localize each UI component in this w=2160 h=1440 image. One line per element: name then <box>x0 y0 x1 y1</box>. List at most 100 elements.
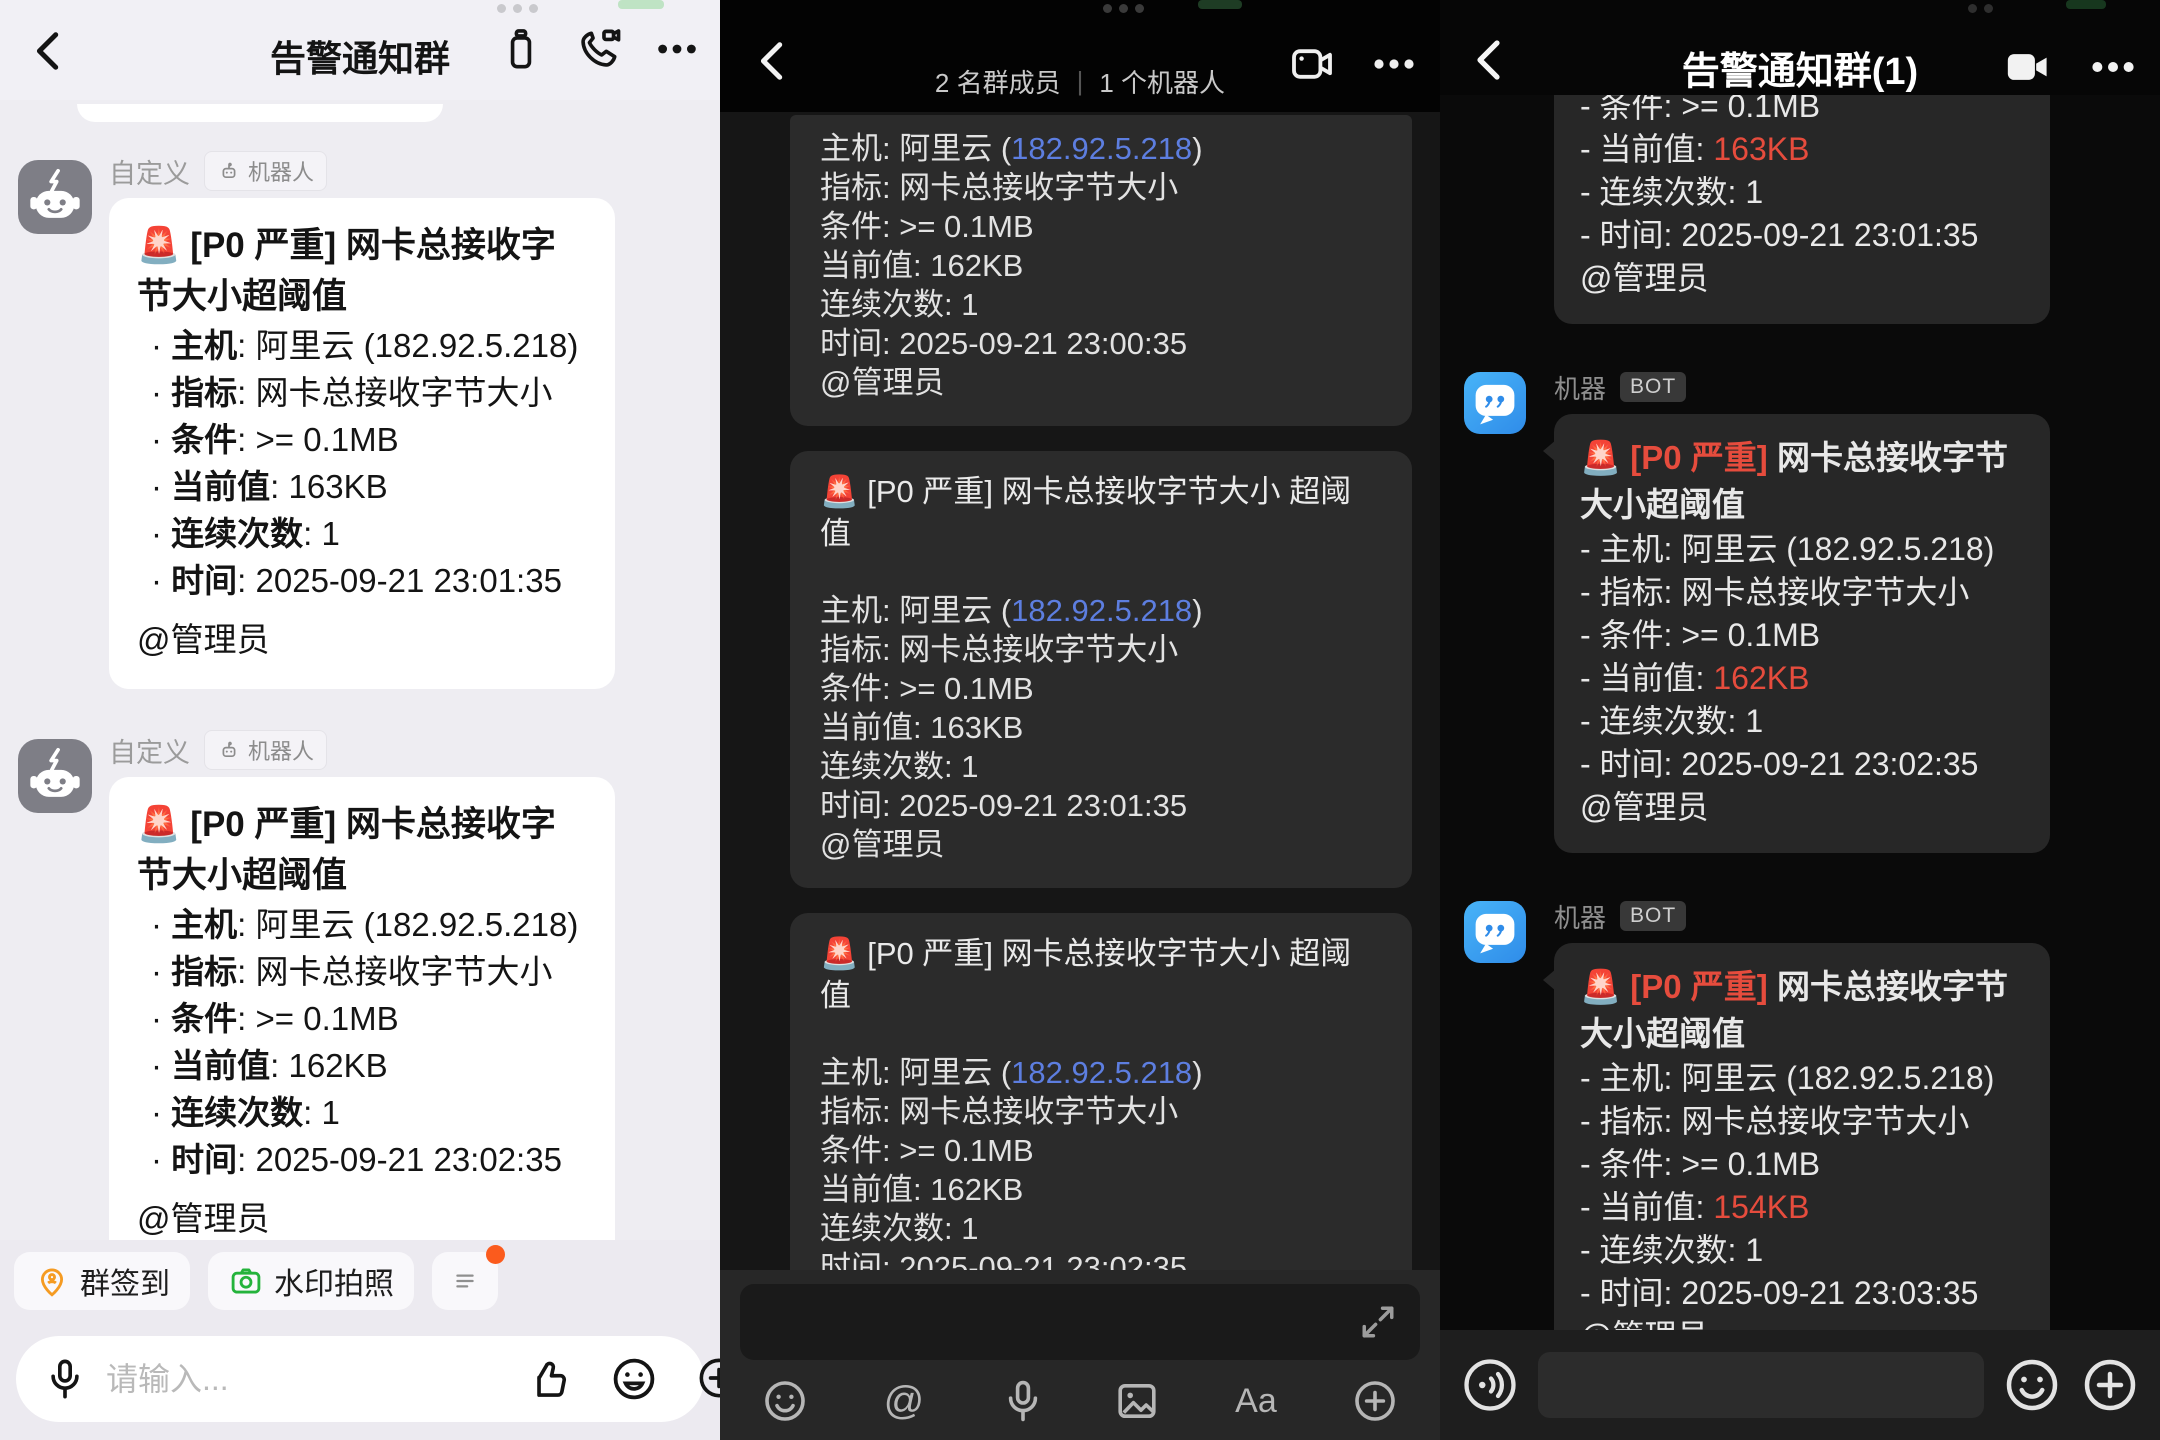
alert-field-line: - 条件: >= 0.1MB <box>1580 1143 2024 1186</box>
plus-icon[interactable] <box>1351 1377 1399 1425</box>
video-call-icon[interactable] <box>2002 42 2052 92</box>
bot-avatar[interactable] <box>1464 901 1526 963</box>
bot-avatar[interactable] <box>18 739 92 813</box>
text-segment: : 2025-09-21 23:02:35 <box>237 1141 562 1178</box>
message-bubble: 🚨 [P0 严重] 网卡总接收字节大小 超阈值主机: 阿里云 (182.92.5… <box>790 451 1412 888</box>
text-segment: 主机: 阿里云 ( <box>820 1055 1011 1090</box>
text-segment: - 时间: 2025-09-21 23:01:35 <box>1580 217 1978 253</box>
sender-name: 自定义 <box>109 731 190 770</box>
alert-field-line: 条件: >= 0.1MB <box>820 207 1382 246</box>
message: 自定义机器人🚨 [P0 严重] 网卡总接收字节大小超阈值· 主机: 阿里云 (1… <box>0 729 720 1240</box>
thumbs-up-icon[interactable] <box>526 1356 572 1402</box>
chat-footer: @ Aa <box>720 1270 1440 1440</box>
message-input-box[interactable] <box>740 1284 1420 1360</box>
smiley-icon[interactable] <box>761 1377 809 1425</box>
message-input-bar <box>16 1336 704 1422</box>
alert-field-line: · 指标: 网卡总接收字节大小 <box>137 369 587 416</box>
chat-header: 告警通知群(1) <box>1440 0 2160 95</box>
alert-field-line: · 时间: 2025-09-21 23:02:35 <box>137 1136 587 1183</box>
sender-name: 机器 <box>1554 369 1606 406</box>
statusbar-fragment <box>1103 0 1151 18</box>
watermark-photo-chip[interactable]: 水印拍照 <box>208 1252 414 1310</box>
bottle-icon[interactable] <box>498 26 544 72</box>
partial-bubble <box>77 104 443 122</box>
more-tools-chip[interactable] <box>432 1252 498 1310</box>
text-size-icon[interactable]: Aa <box>1228 1377 1284 1425</box>
text-segment: · <box>151 468 171 505</box>
message-bubble: 🚨 [P0 严重] 网卡总接收字节大小超阈值- 主机: 阿里云 (182.92.… <box>1554 414 2050 853</box>
chat-panel-dark-alert: 告警通知群(1) - 条件: >= 0.1MB- 当前值: 163KB- 连续次… <box>1440 0 2160 1440</box>
chat-panel-light: 告警通知群 自定义机器人🚨 [P0 严重] 网卡总接收字节大小超阈值· 主机: … <box>0 0 720 1440</box>
text-segment: - 当前值: <box>1580 131 1713 167</box>
at-icon[interactable]: @ <box>876 1377 932 1425</box>
plus-icon[interactable] <box>696 1355 720 1403</box>
more-icon[interactable] <box>1370 40 1418 88</box>
message-input[interactable] <box>1538 1352 1984 1418</box>
notification-dot <box>486 1245 505 1264</box>
sender-row: 机器BOT <box>1554 897 2050 935</box>
more-icon[interactable] <box>654 26 700 72</box>
alert-field-line: 主机: 阿里云 (182.92.5.218) <box>820 591 1382 630</box>
text-segment: @管理员 <box>1580 789 1709 825</box>
text-segment: · <box>151 1000 171 1037</box>
mic-icon[interactable] <box>999 1377 1047 1425</box>
text-segment: 时间 <box>171 562 237 599</box>
text-segment: · <box>151 421 171 458</box>
text-segment: 连续次数: 1 <box>820 1211 978 1246</box>
alert-field-line: 指标: 网卡总接收字节大小 <box>820 168 1382 207</box>
text-segment: 主机: 阿里云 ( <box>820 131 1011 166</box>
alert-field-line: · 连续次数: 1 <box>137 510 587 557</box>
alert-field-line: 指标: 网卡总接收字节大小 <box>820 1092 1382 1131</box>
text-segment: 🚨 [P0 严重] 网卡总接收字节大小 超阈值 <box>820 474 1351 551</box>
text-segment: 当前值: 162KB <box>820 1172 1023 1207</box>
alert-field-line: 时间: 2025-09-21 23:02:35 <box>820 1248 1382 1270</box>
battery-fragment <box>1198 0 1242 9</box>
robot-badge-icon <box>217 738 241 762</box>
divider: | <box>1077 66 1084 97</box>
sender-row: 自定义机器人 <box>109 150 615 192</box>
app: 告警通知群 自定义机器人🚨 [P0 严重] 网卡总接收字节大小超阈值· 主机: … <box>0 0 2160 1440</box>
message-bubble: 主机: 阿里云 (182.92.5.218)指标: 网卡总接收字节大小条件: >… <box>790 115 1412 426</box>
alert-field-line: - 主机: 阿里云 (182.92.5.218) <box>1580 528 2024 571</box>
text-segment: - 连续次数: 1 <box>1580 1232 1763 1268</box>
mention-line: @管理员 <box>1580 786 2024 829</box>
phone-video-icon[interactable] <box>576 26 622 72</box>
ip-link[interactable]: 182.92.5.218 <box>1011 131 1192 166</box>
plus-icon[interactable] <box>2080 1355 2140 1415</box>
text-segment: 主机: 阿里云 ( <box>820 593 1011 628</box>
text-segment: 时间 <box>171 1141 237 1178</box>
group-signin-chip[interactable]: 群签到 <box>14 1252 190 1310</box>
alert-field-line: - 连续次数: 1 <box>1580 171 2024 214</box>
ip-link[interactable]: 182.92.5.218 <box>1011 593 1192 628</box>
alert-field-line: - 主机: 阿里云 (182.92.5.218) <box>1580 1057 2024 1100</box>
smiley-icon[interactable] <box>610 1355 658 1403</box>
expand-icon[interactable] <box>1356 1300 1400 1344</box>
text-segment: : 162KB <box>270 1047 387 1084</box>
ip-link[interactable]: 182.92.5.218 <box>1011 1055 1192 1090</box>
mic-icon[interactable] <box>42 1356 88 1402</box>
smiley-icon[interactable] <box>2002 1355 2062 1415</box>
message-input[interactable] <box>740 1284 1284 1360</box>
bot-avatar[interactable] <box>18 160 92 234</box>
alert-field-line: - 连续次数: 1 <box>1580 700 2024 743</box>
video-call-icon[interactable] <box>1288 40 1336 88</box>
sender-row: 机器BOT <box>1554 368 2050 406</box>
mention-line: @管理员 <box>1580 257 2024 300</box>
text-segment: 🚨 [P0 严重] 网卡总接收字节大小 超阈值 <box>820 936 1351 1013</box>
alert-value: 154KB <box>1713 1189 1809 1225</box>
chip-label: 水印拍照 <box>274 1259 394 1303</box>
image-icon[interactable] <box>1113 1377 1161 1425</box>
voice-wave-icon[interactable] <box>1460 1355 1520 1415</box>
statusbar-fragment <box>1968 0 2000 18</box>
text-segment: 指标 <box>171 374 237 411</box>
message-list: 自定义机器人 🚨 [P0 严重] 网卡总接收字节大小超阈值· 主机: 阿里云 (1… <box>0 100 720 1240</box>
alert-field-line <box>820 555 1382 591</box>
more-icon[interactable] <box>2088 42 2138 92</box>
alert-field-line: - 当前值: 154KB <box>1580 1186 2024 1229</box>
message-bubble: 🚨 [P0 严重] 网卡总接收字节大小超阈值· 主机: 阿里云 (182.92.… <box>109 198 615 689</box>
alert-field-line: · 主机: 阿里云 (182.92.5.218) <box>137 901 587 948</box>
bot-avatar[interactable] <box>1464 372 1526 434</box>
alert-field-line: · 指标: 网卡总接收字节大小 <box>137 948 587 995</box>
text-segment: 当前值: 162KB <box>820 248 1023 283</box>
message-input[interactable] <box>106 1361 526 1398</box>
